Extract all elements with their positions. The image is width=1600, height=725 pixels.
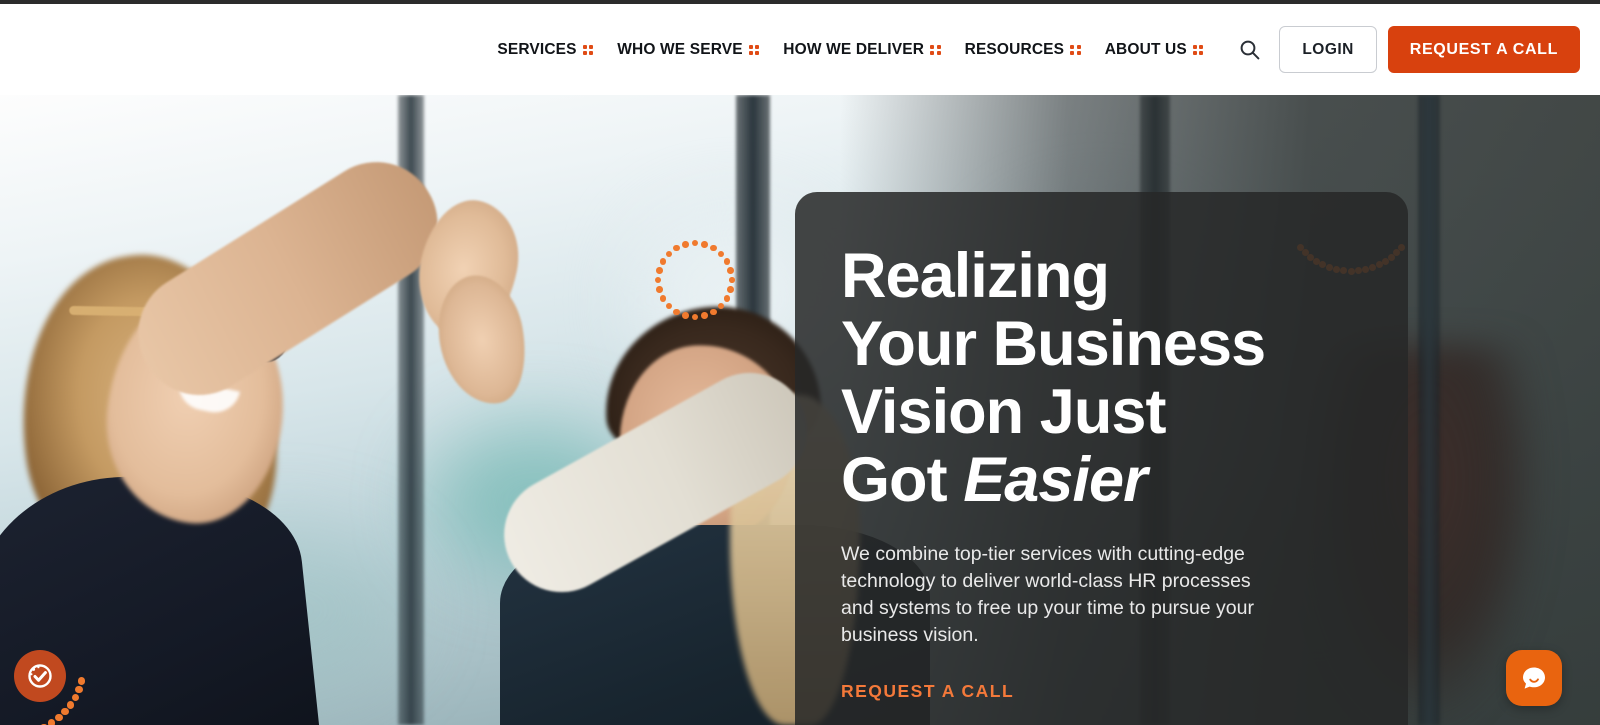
hero-headline: Realizing Your Business Vision Just Got … bbox=[841, 242, 1362, 514]
hero-headline-line-2: Your Business bbox=[841, 309, 1266, 379]
grid-dots-icon bbox=[930, 44, 941, 56]
nav-item-resources[interactable]: RESOURCES bbox=[953, 41, 1093, 59]
hero-headline-line-1: Realizing bbox=[841, 241, 1110, 311]
nav-item-about-us[interactable]: ABOUT US bbox=[1093, 41, 1216, 59]
main-navigation: SERVICES WHO WE SERVE HOW WE DELIVER RES… bbox=[0, 4, 1600, 95]
accessibility-widget-button[interactable] bbox=[14, 650, 66, 702]
chat-widget-button[interactable] bbox=[1506, 650, 1562, 706]
grid-dots-icon bbox=[582, 44, 594, 56]
hero-headline-emphasis: Easier bbox=[963, 445, 1147, 515]
window-mullion bbox=[1418, 95, 1440, 725]
nav-item-who-we-serve[interactable]: WHO WE SERVE bbox=[605, 41, 771, 59]
hero-paragraph: We combine top-tier services with cuttin… bbox=[841, 543, 1254, 646]
chat-bubble-icon bbox=[1523, 667, 1545, 689]
nav-links: SERVICES WHO WE SERVE HOW WE DELIVER RES… bbox=[485, 26, 1580, 73]
hero-request-a-call-link[interactable]: REQUEST A CALL bbox=[841, 681, 1014, 702]
nav-item-label: RESOURCES bbox=[964, 40, 1065, 58]
hero-headline-line-4-prefix: Got bbox=[841, 445, 964, 515]
search-button[interactable] bbox=[1229, 30, 1269, 70]
nav-item-label: SERVICES bbox=[497, 40, 577, 58]
nav-item-services[interactable]: SERVICES bbox=[485, 41, 605, 59]
search-icon bbox=[1240, 40, 1260, 60]
nav-item-how-we-deliver[interactable]: HOW WE DELIVER bbox=[771, 41, 952, 59]
accessibility-icon bbox=[28, 664, 52, 688]
grid-dots-icon bbox=[1192, 44, 1204, 56]
nav-item-label: WHO WE SERVE bbox=[617, 40, 743, 58]
request-a-call-button[interactable]: REQUEST A CALL bbox=[1387, 26, 1580, 73]
nav-item-label: ABOUT US bbox=[1104, 40, 1187, 58]
nav-item-label: HOW WE DELIVER bbox=[783, 40, 925, 58]
grid-dots-icon bbox=[748, 44, 760, 56]
grid-dots-icon bbox=[1070, 44, 1081, 56]
hero-content-card: Realizing Your Business Vision Just Got … bbox=[795, 192, 1408, 725]
login-button[interactable]: LOGIN bbox=[1279, 26, 1377, 73]
hero-headline-line-3: Vision Just bbox=[841, 377, 1166, 447]
hero-section: Realizing Your Business Vision Just Got … bbox=[0, 95, 1600, 725]
